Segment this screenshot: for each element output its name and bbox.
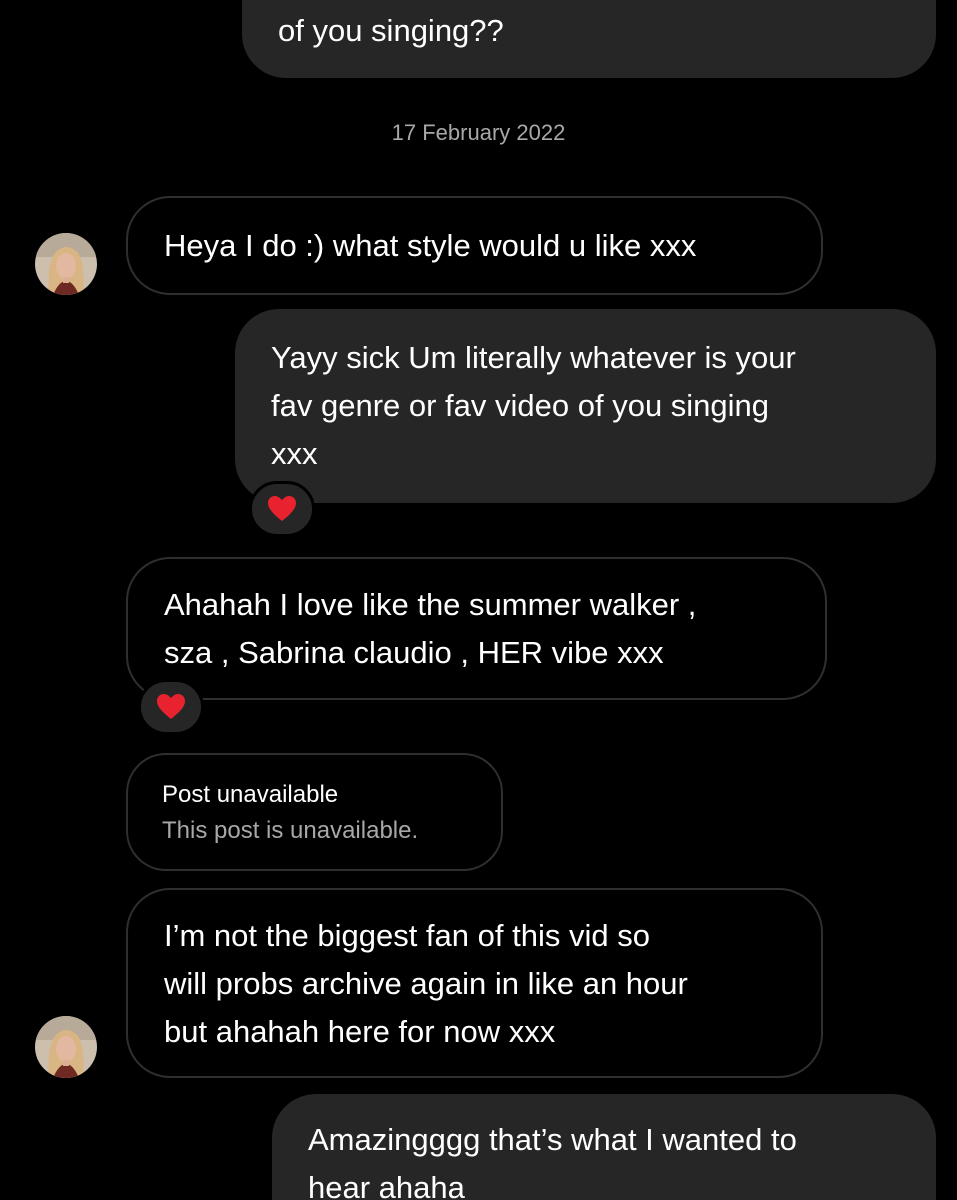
received-message[interactable]: Heya I do :) what style would u like xxx	[126, 196, 823, 295]
shared-post-unavailable[interactable]: Post unavailable This post is unavailabl…	[126, 753, 503, 871]
message-thread[interactable]: of you singing?? 17 February 2022 Heya I…	[0, 0, 957, 1200]
message-text-line: of you singing??	[278, 13, 504, 48]
message-text-line: Ahahah I love like the summer walker ,	[164, 587, 697, 622]
avatar-photo	[35, 233, 97, 295]
post-unavailable-subtitle: This post is unavailable.	[162, 817, 419, 844]
sent-message[interactable]: of you singing??	[242, 0, 936, 78]
sent-message[interactable]: Yayy sick Um literally whatever is your …	[235, 309, 936, 503]
message-text-line: I’m not the biggest fan of this vid so	[164, 918, 650, 953]
date-separator: 17 February 2022	[391, 120, 566, 145]
avatar-photo	[35, 1016, 97, 1078]
received-message[interactable]: I’m not the biggest fan of this vid so w…	[126, 888, 823, 1078]
message-text-line: but ahahah here for now xxx	[164, 1014, 556, 1049]
message-text-line: hear ahaha	[308, 1170, 465, 1200]
contact-avatar[interactable]	[35, 1016, 97, 1078]
received-message[interactable]: Ahahah I love like the summer walker , s…	[126, 557, 827, 700]
reaction-badge[interactable]	[138, 679, 204, 735]
reaction-badge[interactable]	[249, 481, 315, 537]
heart-icon	[268, 496, 296, 521]
heart-icon	[157, 694, 185, 719]
message-text-line: Yayy sick Um literally whatever is your	[271, 340, 796, 375]
contact-avatar[interactable]	[35, 233, 97, 295]
message-text-line: fav genre or fav video of you singing	[271, 388, 770, 423]
sent-message[interactable]: Amazingggg that’s what I wanted to hear …	[272, 1094, 936, 1200]
message-text-line: will probs archive again in like an hour	[164, 966, 688, 1001]
message-text-line: xxx	[271, 436, 318, 471]
message-text-line: sza , Sabrina claudio , HER vibe xxx	[164, 635, 664, 670]
message-text-line: Amazingggg that’s what I wanted to	[308, 1122, 797, 1157]
message-text-line: Heya I do :) what style would u like xxx	[164, 228, 697, 263]
post-unavailable-title: Post unavailable	[162, 781, 339, 808]
